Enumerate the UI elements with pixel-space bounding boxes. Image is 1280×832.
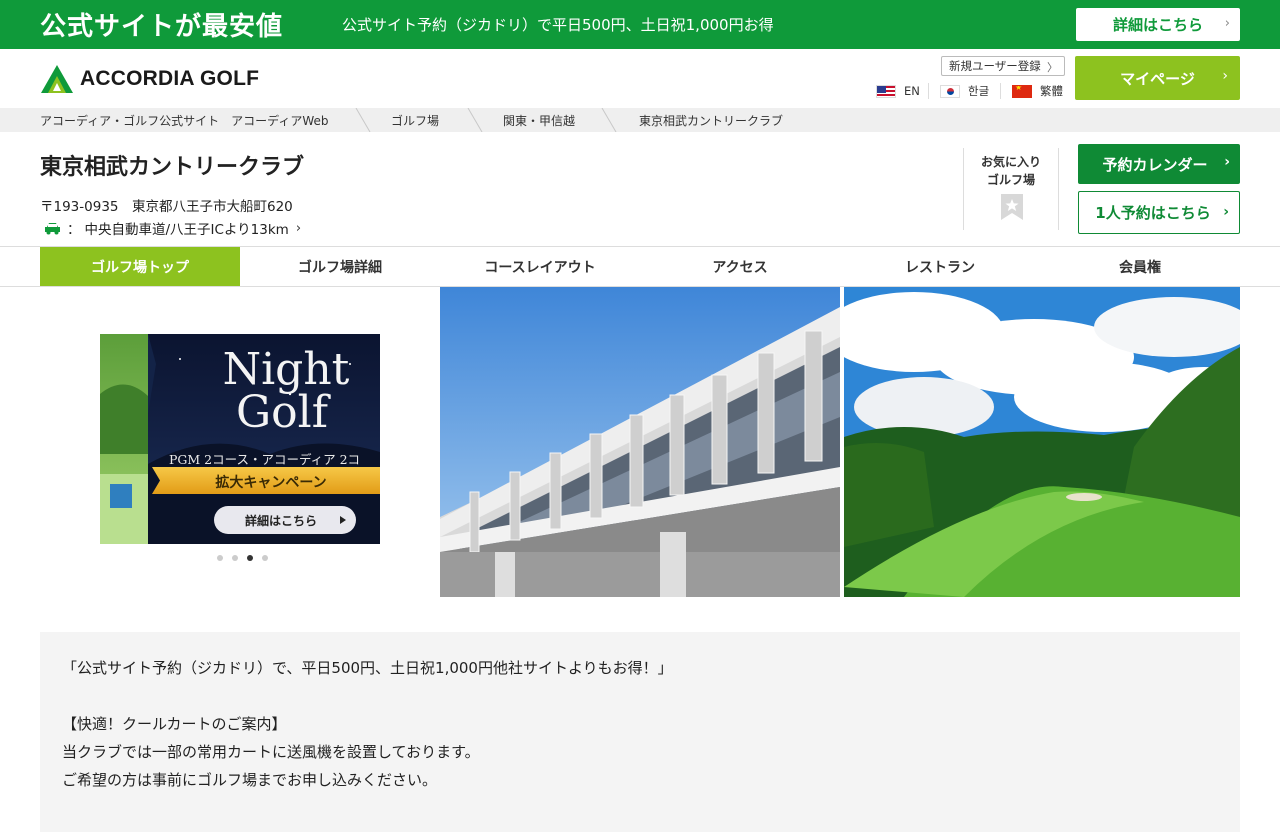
banner-title-golf: Golf — [236, 387, 331, 438]
solo-reservation-button[interactable]: 1人予約はこちら › — [1078, 191, 1240, 234]
tab-golf-top[interactable]: ゴルフ場トップ — [40, 247, 240, 286]
kr-flag-icon — [940, 84, 960, 98]
chevron-right-icon: › — [1224, 16, 1230, 31]
bookmark-star-icon — [1001, 194, 1023, 220]
favorite-label-line-2: ゴルフ場 — [986, 173, 1035, 187]
chevron-right-icon: › — [1222, 68, 1228, 84]
night-golf-artwork: Night Golf PGM 2コース・アコーディア 2コ 拡大キャンペーン 詳… — [100, 334, 380, 544]
accordia-mark-icon — [41, 65, 73, 93]
chevron-right-icon: › — [295, 220, 302, 236]
clubhouse-photo-art — [440, 287, 840, 597]
carousel-dot[interactable] — [231, 555, 238, 561]
tab-course-layout[interactable]: コースレイアウト — [440, 247, 640, 287]
chevron-right-icon: 〉 — [1047, 61, 1058, 74]
course-nav-tabs: ゴルフ場トップ ゴルフ場詳細 コースレイアウト アクセス レストラン 会員権 — [0, 246, 1280, 287]
us-flag-icon — [876, 84, 896, 98]
course-info-box: 「公式サイト予約（ジカドリ）で、平日500円、土日祝1,000円他社サイトよりも… — [40, 632, 1240, 832]
lang-divider — [1000, 83, 1001, 99]
mypage-button[interactable]: マイページ › — [1075, 56, 1240, 100]
breadcrumb-item-current: 東京相武カントリークラブ — [639, 114, 784, 128]
golf-course-photo-art — [844, 287, 1240, 597]
favorite-course-toggle[interactable]: お気に入り ゴルフ場 — [963, 148, 1059, 230]
promo-details-button[interactable]: 詳細はこちら › — [1076, 8, 1240, 41]
tab-membership[interactable]: 会員権 — [1040, 247, 1240, 287]
tab-access[interactable]: アクセス — [640, 247, 840, 287]
lang-ko-link[interactable]: 한글 — [940, 83, 989, 99]
info-line: ご希望の方は事前にゴルフ場までお申し込みください。 — [62, 771, 438, 789]
breadcrumb-separator-icon — [601, 108, 617, 132]
access-prefix: ： — [67, 222, 81, 238]
breadcrumb-separator-icon — [355, 108, 371, 132]
breadcrumb-item-golf-courses[interactable]: ゴルフ場 — [391, 112, 439, 129]
carousel-dot-active[interactable] — [246, 555, 253, 561]
golf-course-photo — [844, 287, 1240, 597]
favorite-label-line-1: お気に入り — [980, 155, 1041, 169]
tab-restaurant[interactable]: レストラン — [840, 247, 1040, 287]
lang-divider — [928, 83, 929, 99]
logo-text: ACCORDIA GOLF — [80, 67, 260, 90]
banner-subtitle: PGM 2コース・アコーディア 2コ — [169, 452, 360, 467]
lang-ko-label: 한글 — [968, 84, 990, 98]
info-line: 当クラブでは一部の常用カートに送風機を設置しております。 — [62, 743, 480, 761]
chevron-right-icon: › — [1223, 204, 1229, 220]
lang-zh-label: 繁體 — [1040, 84, 1063, 98]
tab-golf-details[interactable]: ゴルフ場詳細 — [240, 247, 440, 287]
page-title: 東京相武カントリークラブ — [40, 155, 305, 180]
chevron-right-icon: › — [1224, 154, 1230, 170]
promo-details-label: 詳細はこちら — [1112, 16, 1203, 34]
cn-flag-icon — [1012, 84, 1032, 98]
calendar-label: 予約カレンダー — [1102, 155, 1208, 174]
solo-label: 1人予約はこちら — [1095, 204, 1211, 222]
info-line: 「公式サイト予約（ジカドリ）で、平日500円、土日祝1,000円他社サイトよりも… — [62, 659, 673, 677]
club-access-link[interactable]: ： 中央自動車道/八王子ICより13km › — [44, 218, 301, 238]
breadcrumb-item-region[interactable]: 関東・甲信越 — [503, 112, 575, 129]
breadcrumb-item-home[interactable]: アコーディア・ゴルフ公式サイト アコーディアWeb — [40, 112, 328, 129]
info-heading: 【快適！クールカートのご案内】 — [62, 715, 287, 733]
breadcrumb-separator-icon — [467, 108, 483, 132]
carousel-dots — [212, 555, 272, 561]
car-icon — [45, 222, 60, 234]
register-label: 新規ユーザー登録 — [949, 59, 1041, 73]
lang-zh-link[interactable]: 繁體 — [1012, 83, 1063, 99]
carousel-dot[interactable] — [261, 555, 268, 561]
reservation-calendar-button[interactable]: 予約カレンダー › — [1078, 144, 1240, 184]
access-text: 中央自動車道/八王子ICより13km — [84, 222, 289, 238]
new-user-register-button[interactable]: 新規ユーザー登録 〉 — [941, 56, 1065, 76]
clubhouse-photo — [440, 287, 840, 597]
lang-en-link[interactable]: EN — [876, 83, 920, 99]
mypage-label: マイページ — [1120, 69, 1195, 88]
carousel-dot[interactable] — [216, 555, 223, 561]
accordia-logo[interactable]: ACCORDIA GOLF — [40, 63, 310, 95]
promo-text: 公式サイト予約（ジカドリ）で平日500円、土日祝1,000円お得 — [342, 16, 774, 34]
promo-title: 公式サイトが最安値 — [40, 12, 284, 42]
favorite-label: お気に入り ゴルフ場 — [964, 153, 1058, 189]
club-address: 〒193-0935 東京都八王子市大船町620 — [40, 199, 293, 215]
breadcrumb: アコーディア・ゴルフ公式サイト アコーディアWeb ゴルフ場 関東・甲信越 東京… — [0, 108, 1280, 132]
banner-details-button[interactable]: 詳細はこちら — [245, 513, 317, 528]
night-golf-banner[interactable]: Night Golf PGM 2コース・アコーディア 2コ 拡大キャンペーン 詳… — [100, 334, 380, 544]
banner-ribbon-text: 拡大キャンペーン — [215, 474, 326, 491]
lang-en-label: EN — [904, 84, 920, 98]
promo-banner: 公式サイトが最安値 公式サイト予約（ジカドリ）で平日500円、土日祝1,000円… — [0, 0, 1280, 49]
